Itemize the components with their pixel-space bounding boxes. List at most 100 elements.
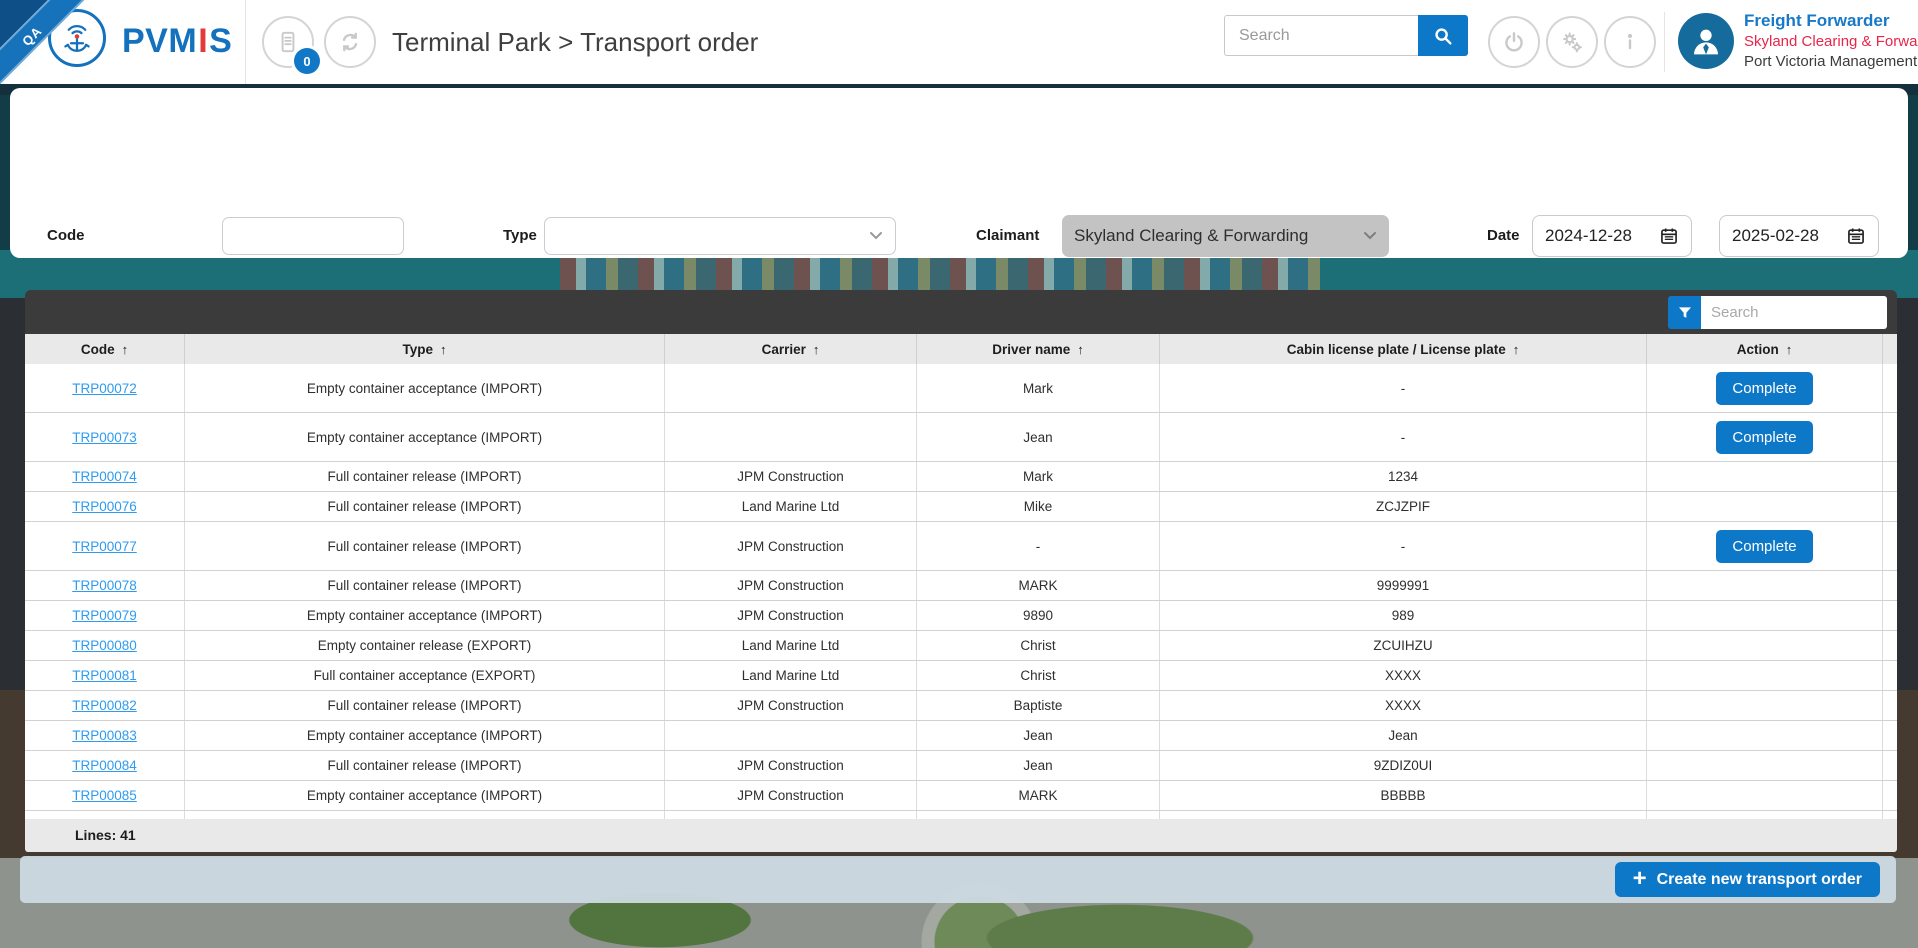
documents-button[interactable]: 0 (262, 16, 314, 68)
cell-type: Empty container acceptance (IMPORT) (185, 364, 665, 412)
refresh-button[interactable] (324, 16, 376, 68)
cell-code: TRP00082 (25, 691, 185, 720)
create-transport-order-button[interactable]: + Create new transport order (1615, 862, 1880, 897)
column-header-code[interactable]: Code↑ (25, 334, 185, 364)
code-input[interactable] (222, 217, 404, 255)
complete-button[interactable]: Complete (1716, 530, 1812, 563)
order-code-link[interactable]: TRP00078 (72, 578, 137, 593)
cell-driver (917, 811, 1160, 819)
cell-plate: - (1160, 364, 1647, 412)
table-scrollbar-gutter[interactable] (1883, 413, 1897, 461)
table-scrollbar-gutter[interactable] (1883, 601, 1897, 630)
user-avatar[interactable] (1678, 13, 1734, 69)
table-scrollbar-gutter[interactable] (1883, 364, 1897, 412)
cell-driver: - (917, 522, 1160, 570)
gears-icon (1558, 28, 1586, 56)
cell-plate: - (1160, 413, 1647, 461)
info-button[interactable] (1604, 16, 1656, 68)
type-label: Type (503, 217, 537, 255)
logout-button[interactable] (1488, 16, 1540, 68)
cell-type: Empty container release (EXPORT) (185, 631, 665, 660)
table-scrollbar-gutter[interactable] (1883, 781, 1897, 810)
cell-action (1647, 751, 1883, 780)
order-code-link[interactable]: TRP00073 (72, 430, 137, 445)
order-code-link[interactable]: TRP00083 (72, 728, 137, 743)
table-scrollbar-gutter[interactable] (1883, 522, 1897, 570)
cell-plate (1160, 811, 1647, 819)
order-code-link[interactable]: TRP00074 (72, 469, 137, 484)
table-scrollbar-gutter[interactable] (1883, 691, 1897, 720)
order-code-link[interactable]: TRP00072 (72, 381, 137, 396)
order-code-link[interactable]: TRP00079 (72, 608, 137, 623)
order-code-link[interactable]: TRP00082 (72, 698, 137, 713)
table-row: TRP00083 Empty container acceptance (IMP… (25, 721, 1897, 751)
table-scrollbar-gutter[interactable] (1883, 721, 1897, 750)
cell-carrier: JPM Construction (665, 601, 917, 630)
sort-asc-icon: ↑ (122, 342, 129, 357)
order-code-link[interactable]: TRP00081 (72, 668, 137, 683)
claimant-select[interactable]: Skyland Clearing & Forwarding (1062, 215, 1389, 257)
table-scrollbar-gutter[interactable] (1883, 631, 1897, 660)
table-scrollbar-gutter[interactable] (1883, 571, 1897, 600)
table-scrollbar-gutter[interactable] (1883, 661, 1897, 690)
date-from-picker[interactable]: 2024-12-28 (1532, 215, 1692, 257)
sort-asc-icon: ↑ (440, 342, 447, 357)
cell-action (1647, 571, 1883, 600)
calendar-icon (1659, 226, 1679, 246)
order-code-link[interactable]: TRP00077 (72, 539, 137, 554)
cell-plate: BBBBB (1160, 781, 1647, 810)
type-select[interactable] (544, 217, 896, 255)
page-title: Terminal Park > Transport order (392, 0, 758, 84)
settings-button[interactable] (1546, 16, 1598, 68)
cell-plate: - (1160, 522, 1647, 570)
filter-panel: Code Type Claimant Skyland Clearing & Fo… (10, 88, 1908, 258)
order-code-link[interactable]: TRP00076 (72, 499, 137, 514)
global-search-input[interactable] (1224, 15, 1418, 56)
user-organization: Skyland Clearing & Forwarding (1744, 32, 1918, 52)
column-header-driver-name[interactable]: Driver name↑ (917, 334, 1160, 364)
cell-carrier: Land Marine Ltd (665, 661, 917, 690)
date-from-value: 2024-12-28 (1545, 226, 1632, 246)
cell-type: Full container release (IMPORT) (185, 751, 665, 780)
table-search-input[interactable] (1701, 296, 1887, 329)
cell-code: TRP00074 (25, 462, 185, 491)
cell-action (1647, 781, 1883, 810)
cell-plate: ZCJZPIF (1160, 492, 1647, 521)
column-header-action[interactable]: Action↑ (1647, 334, 1883, 364)
complete-button[interactable]: Complete (1716, 372, 1812, 405)
order-code-link[interactable]: TRP00084 (72, 758, 137, 773)
order-code-link[interactable]: TRP00080 (72, 638, 137, 653)
table-column-headers: Code↑ Type↑ Carrier↑ Driver name↑ Cabin … (25, 334, 1897, 364)
table-scrollbar-gutter[interactable] (1883, 751, 1897, 780)
column-header-type[interactable]: Type↑ (185, 334, 665, 364)
claimant-label: Claimant (976, 217, 1039, 255)
table-row: TRP00084 Full container release (IMPORT)… (25, 751, 1897, 781)
table-row: TRP00078 Full container release (IMPORT)… (25, 571, 1897, 601)
cell-plate: XXXX (1160, 661, 1647, 690)
complete-button[interactable]: Complete (1716, 421, 1812, 454)
table-scrollbar-gutter[interactable] (1883, 462, 1897, 491)
brand-wordmark: PVMIS (122, 22, 232, 61)
cell-driver: Jean (917, 413, 1160, 461)
sort-asc-icon: ↑ (1077, 342, 1084, 357)
table-filter-button[interactable] (1668, 296, 1701, 329)
cell-carrier: JPM Construction (665, 781, 917, 810)
date-to-picker[interactable]: 2025-02-28 (1719, 215, 1879, 257)
search-icon (1432, 25, 1454, 47)
order-code-link[interactable]: TRP00085 (72, 788, 137, 803)
cell-driver: Mark (917, 364, 1160, 412)
header-divider-left (245, 0, 246, 84)
table-row: TRP00076 Full container release (IMPORT)… (25, 492, 1897, 522)
column-header-carrier[interactable]: Carrier↑ (665, 334, 917, 364)
table-scrollbar-gutter[interactable] (1883, 492, 1897, 521)
cell-code: TRP00078 (25, 571, 185, 600)
table-scrollbar-gutter[interactable] (1883, 811, 1897, 819)
cell-code: TRP00079 (25, 601, 185, 630)
cell-driver: Jean (917, 721, 1160, 750)
cell-carrier (665, 811, 917, 819)
sort-asc-icon: ↑ (1513, 342, 1520, 357)
cell-driver: 9890 (917, 601, 1160, 630)
global-search-button[interactable] (1418, 15, 1468, 56)
chevron-down-icon (1363, 231, 1377, 241)
column-header-license-plate[interactable]: Cabin license plate / License plate↑ (1160, 334, 1647, 364)
